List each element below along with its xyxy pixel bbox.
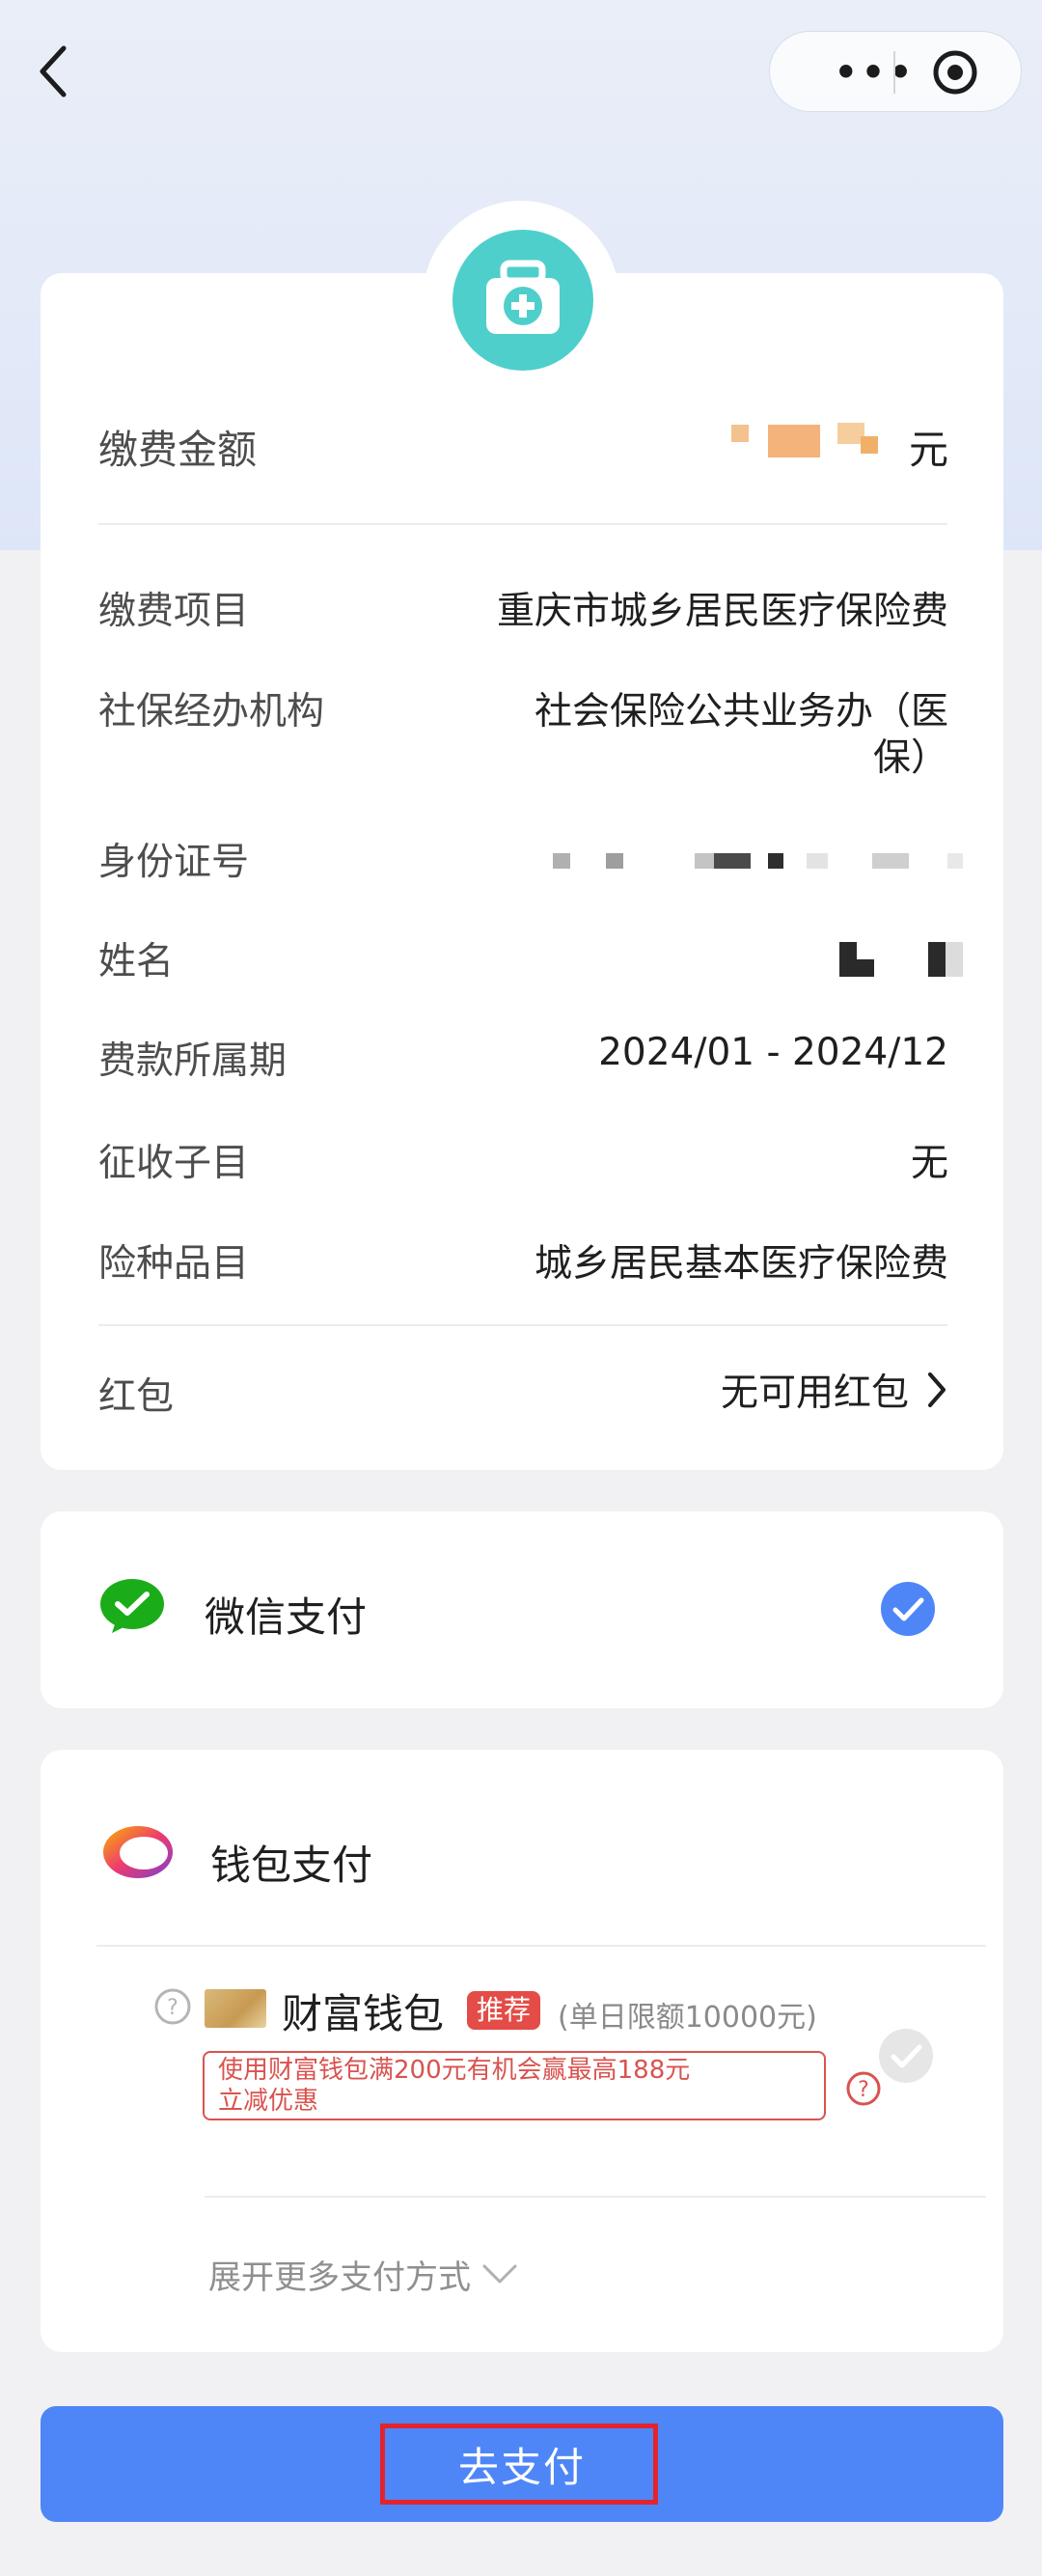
promo-line1: 使用财富钱包满200元有机会赢最高188元 bbox=[218, 2056, 691, 2085]
checked-circle-icon[interactable] bbox=[880, 1581, 936, 1637]
wechat-pay-label: 微信支付 bbox=[205, 1593, 368, 1641]
wallet-pay-title: 钱包支付 bbox=[210, 1842, 373, 1889]
row-label-id: 身份证号 bbox=[98, 841, 250, 884]
unchecked-circle-icon[interactable] bbox=[878, 2028, 934, 2084]
row-value-insurance-type: 城乡居民基本医疗保险费 bbox=[534, 1242, 948, 1286]
more-dots-icon: ••• bbox=[834, 51, 917, 94]
row-label-name: 姓名 bbox=[98, 940, 175, 983]
chevron-right-icon bbox=[928, 1372, 946, 1407]
chevron-down-icon bbox=[482, 2264, 517, 2284]
redpacket-selector[interactable]: 无可用红包 bbox=[721, 1361, 947, 1419]
row-label-insurance-type: 险种品目 bbox=[98, 1242, 250, 1286]
expand-more-label: 展开更多支付方式 bbox=[208, 2257, 471, 2297]
svg-text:?: ? bbox=[858, 2078, 869, 2102]
capsule-divider bbox=[893, 51, 895, 94]
wallet-pay-logo-icon bbox=[103, 1826, 173, 1878]
amount-unit: 元 bbox=[909, 427, 948, 473]
row-value-agency-line2: 保） bbox=[872, 736, 948, 780]
daily-limit-text: (单日限额10000元) bbox=[558, 2001, 817, 2035]
wechat-pay-icon bbox=[100, 1579, 164, 1633]
divider bbox=[98, 523, 947, 525]
row-value-period: 2024/01 - 2024/12 bbox=[598, 1031, 948, 1074]
divider bbox=[98, 1324, 947, 1326]
amount-label: 缴费金额 bbox=[98, 427, 257, 473]
recommended-tag: 推荐 bbox=[467, 1991, 541, 2030]
promo-line2: 立减优惠 bbox=[218, 2087, 319, 2116]
caifu-wallet-option[interactable]: ? 财富钱包 推荐 (单日限额10000元) 使用财富钱包满200元有机会赢最高… bbox=[41, 1981, 1003, 2136]
redpacket-label: 红包 bbox=[98, 1375, 175, 1419]
more-button[interactable]: ••• bbox=[803, 32, 947, 113]
redpacket-value: 无可用红包 bbox=[720, 1371, 909, 1415]
row-label-project: 缴费项目 bbox=[98, 590, 250, 633]
close-target-icon[interactable] bbox=[932, 49, 978, 96]
mini-program-capsule: ••• bbox=[769, 31, 1022, 112]
wechat-pay-option[interactable]: 微信支付 bbox=[41, 1511, 1003, 1708]
promo-help-icon[interactable]: ? bbox=[845, 2070, 882, 2107]
row-label-subitem: 征收子目 bbox=[98, 1142, 250, 1185]
medical-kit-icon bbox=[452, 230, 593, 371]
caifu-wallet-thumbnail bbox=[205, 1989, 266, 2028]
wallet-pay-card: 钱包支付 ? 财富钱包 推荐 (单日限额10000元) 使用财富钱包满200元有… bbox=[41, 1750, 1003, 2352]
row-value-project: 重庆市城乡居民医疗保险费 bbox=[496, 590, 948, 633]
promo-box: 使用财富钱包满200元有机会赢最高188元 立减优惠 bbox=[203, 2051, 826, 2120]
divider bbox=[205, 2196, 986, 2198]
caifu-wallet-name: 财富钱包 bbox=[282, 1990, 445, 2037]
row-value-subitem: 无 bbox=[910, 1142, 948, 1185]
pay-button[interactable]: 去支付 bbox=[41, 2406, 1003, 2522]
expand-more-payments[interactable]: 展开更多支付方式 bbox=[208, 2250, 519, 2298]
help-circle-icon[interactable]: ? bbox=[153, 1987, 192, 2026]
back-arrow-icon[interactable] bbox=[35, 42, 73, 100]
row-label-agency: 社保经办机构 bbox=[98, 690, 325, 734]
row-label-period: 费款所属期 bbox=[98, 1039, 288, 1083]
divider bbox=[96, 1945, 986, 1947]
highlight-box bbox=[380, 2424, 658, 2505]
svg-text:?: ? bbox=[167, 1996, 178, 2020]
